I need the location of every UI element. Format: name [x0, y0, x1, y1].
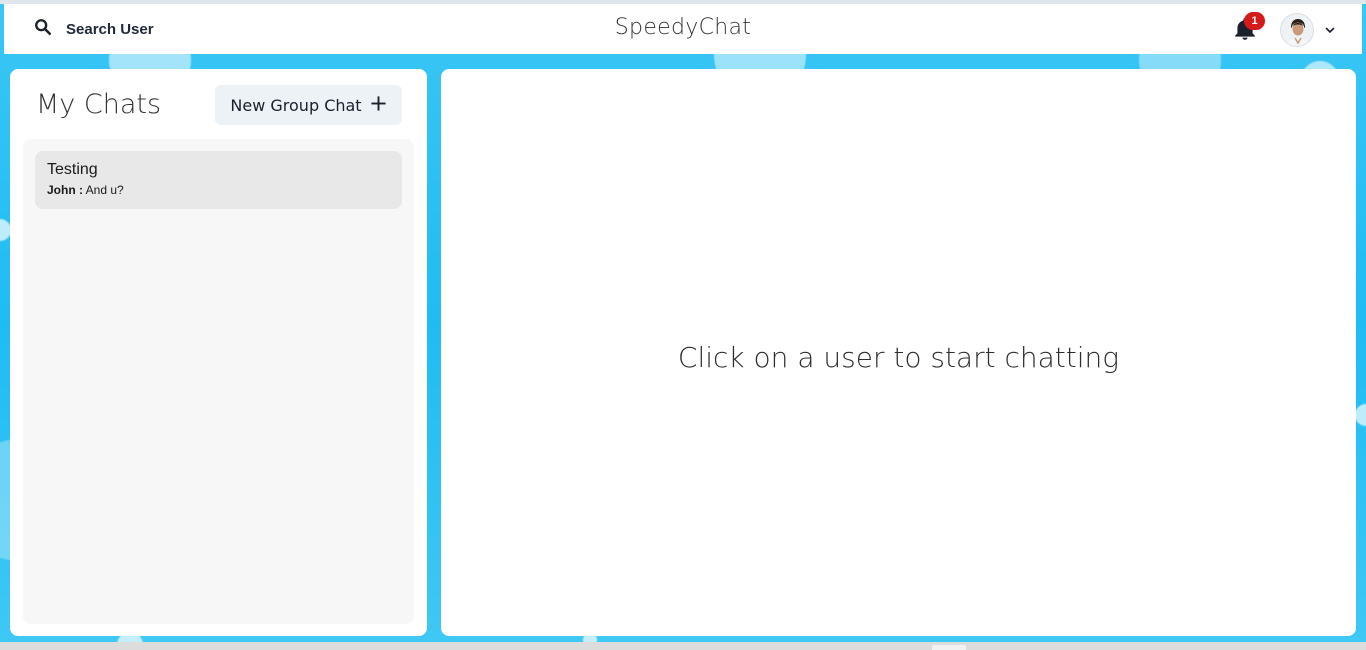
chat-latest-text: And u? — [85, 183, 124, 197]
avatar — [1280, 13, 1314, 47]
window-bottom-bar — [0, 642, 1366, 650]
chevron-down-icon — [1324, 21, 1336, 40]
notification-badge: 1 — [1244, 12, 1265, 30]
chat-latest-sender: John : — [47, 183, 83, 197]
my-chats-panel: My Chats New Group Chat Testing John : A… — [10, 69, 427, 636]
bottom-tab-handle — [932, 645, 966, 650]
search-user-button[interactable]: Search User — [26, 12, 162, 46]
chat-latest-message: John : And u? — [47, 183, 390, 197]
top-navbar: Search User SpeedyChat 1 — [4, 4, 1362, 54]
new-group-chat-button[interactable]: New Group Chat — [215, 85, 402, 125]
search-user-label: Search User — [66, 20, 154, 38]
my-chats-title: My Chats — [36, 89, 162, 120]
profile-menu-button[interactable] — [1280, 13, 1336, 47]
chat-name: Testing — [47, 161, 98, 178]
plus-icon — [370, 95, 387, 116]
chat-list[interactable]: Testing John : And u? — [23, 139, 414, 624]
new-group-chat-label: New Group Chat — [230, 95, 362, 115]
search-icon — [34, 18, 52, 40]
empty-chat-message: Click on a user to start chatting — [677, 341, 1120, 374]
app-title: SpeedyChat — [614, 15, 752, 40]
chat-box-panel: Click on a user to start chatting — [441, 69, 1356, 636]
chat-item-testing[interactable]: Testing John : And u? — [35, 151, 402, 209]
